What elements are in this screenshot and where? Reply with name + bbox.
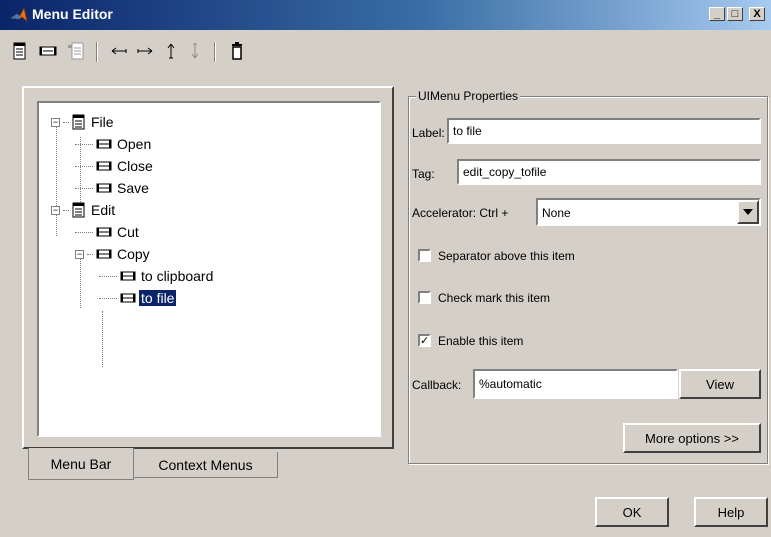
tab-menu-bar[interactable]: Menu Bar: [28, 448, 134, 480]
menu-icon: [72, 202, 86, 218]
tree-node-label: to file: [139, 290, 177, 306]
move-down-icon[interactable]: [184, 40, 206, 62]
matlab-logo-icon: [9, 6, 28, 26]
minimize-button[interactable]: _: [709, 7, 725, 21]
tree-node-label: to clipboard: [141, 268, 214, 284]
separator-label: Separator above this item: [438, 249, 575, 263]
toolbar: [0, 30, 771, 66]
accelerator-caption: Accelerator: Ctrl +: [412, 206, 509, 220]
new-menu-icon[interactable]: [9, 40, 31, 62]
tree-node-label: Open: [117, 136, 152, 152]
more-options-button[interactable]: More options >>: [623, 423, 761, 453]
tree-node[interactable]: to file: [51, 287, 215, 309]
tree-node-label: Copy: [117, 246, 150, 262]
collapse-toggle-icon[interactable]: −: [51, 117, 60, 127]
move-left-icon[interactable]: [108, 40, 130, 62]
enable-label: Enable this item: [438, 334, 524, 348]
tab-context-menus-label: Context Menus: [158, 456, 253, 473]
new-context-menu-icon[interactable]: [65, 40, 87, 62]
tree-node[interactable]: − Edit: [51, 199, 215, 221]
tree-node[interactable]: Close: [51, 155, 215, 177]
enable-check-mark: ✓: [420, 335, 430, 347]
collapse-toggle-icon[interactable]: −: [51, 205, 60, 215]
menu-tree[interactable]: − File Open Close Save − Edit Cut − Copy to clipbo…: [37, 101, 381, 437]
move-right-icon[interactable]: [134, 40, 156, 62]
close-button[interactable]: X: [749, 7, 765, 21]
accelerator-value: None: [542, 206, 571, 220]
separator-checkbox[interactable]: [418, 249, 431, 262]
tree-node[interactable]: − File: [51, 111, 215, 133]
callback-input[interactable]: %automatic: [473, 369, 678, 399]
tree-node-label: File: [91, 114, 114, 130]
maximize-button[interactable]: □: [727, 7, 743, 21]
tree-node[interactable]: Open: [51, 133, 215, 155]
label-input[interactable]: to file: [447, 118, 761, 144]
tree-node[interactable]: Save: [51, 177, 215, 199]
tag-caption: Tag:: [412, 167, 435, 181]
view-button[interactable]: View: [679, 369, 761, 399]
checkmark-label: Check mark this item: [438, 291, 551, 305]
chevron-down-icon[interactable]: [737, 200, 759, 224]
toolbar-separator: [214, 42, 216, 62]
title-bar: Menu Editor _ □ X: [0, 0, 771, 30]
window-title: Menu Editor: [32, 6, 113, 22]
tag-input[interactable]: edit_copy_tofile: [457, 159, 761, 185]
menu-item-icon: [96, 183, 112, 193]
tree-node[interactable]: Cut: [51, 221, 215, 243]
tree-node-label: Cut: [117, 224, 139, 240]
menu-item-icon: [96, 161, 112, 171]
delete-icon[interactable]: [226, 40, 248, 62]
toolbar-separator: [96, 42, 98, 62]
tab-menu-bar-label: Menu Bar: [50, 455, 112, 472]
move-up-icon[interactable]: [160, 40, 182, 62]
menu-item-icon: [96, 249, 112, 259]
menu-item-icon: [96, 227, 112, 237]
tree-node-label: Edit: [91, 202, 116, 218]
menu-icon: [72, 114, 86, 130]
menu-item-icon: [120, 293, 136, 303]
menu-item-icon: [96, 139, 112, 149]
label-caption: Label:: [412, 126, 445, 140]
uimenu-properties-title: UIMenu Properties: [416, 89, 521, 103]
new-menu-item-icon[interactable]: [37, 40, 59, 62]
collapse-toggle-icon[interactable]: −: [75, 249, 84, 259]
tree-node[interactable]: − Copy: [51, 243, 215, 265]
enable-checkbox[interactable]: ✓: [418, 334, 431, 347]
tab-context-menus[interactable]: Context Menus: [133, 452, 278, 478]
tree-node[interactable]: to clipboard: [51, 265, 215, 287]
accelerator-select[interactable]: None: [536, 198, 761, 226]
tree-node-label: Close: [117, 158, 153, 174]
ok-button[interactable]: OK: [595, 497, 669, 527]
checkmark-checkbox[interactable]: [418, 291, 431, 304]
callback-caption: Callback:: [412, 378, 462, 392]
help-button[interactable]: Help: [694, 497, 768, 527]
uimenu-properties-group: [408, 96, 768, 464]
tree-node-label: Save: [117, 180, 149, 196]
menu-item-icon: [120, 271, 136, 281]
